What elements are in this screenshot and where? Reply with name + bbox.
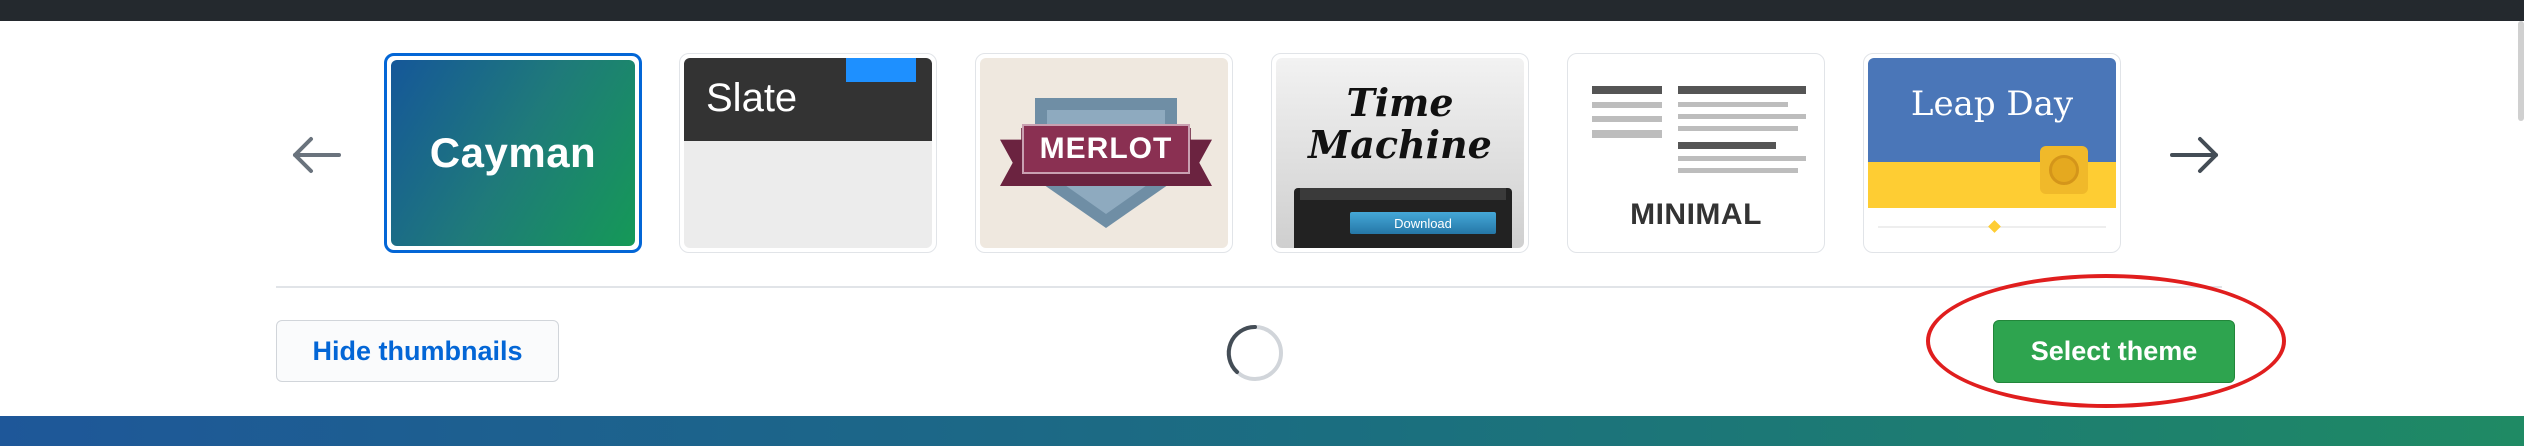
device-illustration: Download <box>1294 188 1512 248</box>
select-theme-button[interactable]: Select theme <box>1993 320 2235 383</box>
time-machine-label: Time Machine <box>1308 80 1492 167</box>
time-machine-preview: Time Machine Download <box>1276 58 1524 248</box>
minimal-line <box>1678 102 1788 107</box>
minimal-line <box>1678 156 1806 161</box>
slate-label: Slate <box>706 76 798 120</box>
cayman-label: Cayman <box>429 129 597 176</box>
next-theme-button[interactable] <box>2167 127 2223 183</box>
cayman-preview: Cayman <box>391 60 635 246</box>
theme-thumbnail-time-machine[interactable]: Time Machine Download <box>1271 53 1529 253</box>
minimal-label: MINIMAL <box>1630 198 1762 231</box>
merlot-preview: MERLOT <box>980 58 1228 248</box>
device-top <box>1300 188 1506 200</box>
hide-thumbnails-button[interactable]: Hide thumbnails <box>276 320 559 382</box>
arrow-right-icon <box>2170 137 2218 173</box>
page-header-banner <box>0 416 2524 446</box>
divider <box>276 286 2222 288</box>
minimal-line <box>1678 168 1798 173</box>
minimal-line <box>1678 86 1806 94</box>
merlot-label: MERLOT <box>1039 132 1173 165</box>
spinner-icon <box>1226 324 1283 381</box>
minimal-line <box>1592 130 1662 138</box>
leap-day-label: Leap Day <box>1910 84 2074 124</box>
slate-preview: Slate <box>684 58 932 248</box>
minimal-line <box>1678 126 1798 131</box>
arrow-left-icon <box>293 137 341 173</box>
minimal-line <box>1678 142 1776 149</box>
merlot-band: MERLOT <box>1022 124 1190 174</box>
previous-theme-button[interactable] <box>288 127 344 183</box>
theme-thumbnail-cayman[interactable]: Cayman <box>384 53 642 253</box>
github-icon <box>2040 146 2088 194</box>
minimal-line <box>1592 86 1662 94</box>
theme-thumbnail-leap-day[interactable]: Leap Day <box>1863 53 2121 253</box>
leap-day-preview: Leap Day <box>1868 58 2116 248</box>
top-navbar <box>0 0 2524 21</box>
download-badge: Download <box>1350 212 1496 234</box>
scrollbar[interactable] <box>2518 21 2524 121</box>
theme-thumbnail-minimal[interactable]: MINIMAL <box>1567 53 1825 253</box>
theme-thumbnail-slate[interactable]: Slate <box>679 53 937 253</box>
minimal-line <box>1678 114 1806 119</box>
minimal-line <box>1592 102 1662 108</box>
minimal-preview: MINIMAL <box>1572 58 1820 248</box>
theme-thumbnail-merlot[interactable]: MERLOT <box>975 53 1233 253</box>
slate-accent <box>846 58 916 82</box>
minimal-line <box>1592 116 1662 122</box>
slate-body <box>684 141 932 248</box>
